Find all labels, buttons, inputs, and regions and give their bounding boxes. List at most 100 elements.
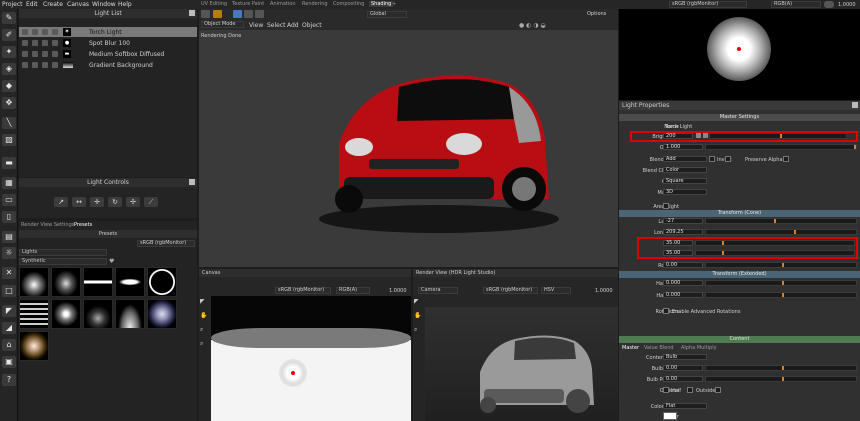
preset-thumbnail[interactable] xyxy=(19,299,49,329)
tab-compositing[interactable]: Compositing xyxy=(333,1,364,7)
preset-thumbnail[interactable] xyxy=(147,299,177,329)
overlay-icon[interactable]: ● ◐ ◑ ◒ xyxy=(519,22,546,29)
channel-select[interactable]: RGB(A) xyxy=(771,1,821,8)
orientation-select[interactable]: Global xyxy=(367,11,407,18)
flat-tool-icon[interactable]: ▭ xyxy=(2,194,16,206)
grid-tool-icon[interactable]: ▦ xyxy=(2,177,16,189)
sun-tool-icon[interactable]: ☼ xyxy=(2,247,16,259)
area-light-checkbox[interactable] xyxy=(663,203,669,209)
close-icon[interactable] xyxy=(189,179,195,185)
presets-colorspace-select[interactable]: sRGB (rgbMonitor) xyxy=(137,240,195,247)
preset-thumbnail[interactable] xyxy=(83,267,113,297)
preset-thumbnail[interactable] xyxy=(51,267,81,297)
square-tool-icon[interactable]: □ xyxy=(2,285,16,297)
menu-object[interactable]: Object xyxy=(302,22,322,29)
expand-icon[interactable]: ↔ xyxy=(72,197,86,207)
select-box-icon[interactable] xyxy=(233,10,242,18)
menu-create[interactable]: Create xyxy=(43,1,63,8)
cookie-select[interactable]: Square xyxy=(663,178,707,184)
mask-tool-icon[interactable]: ◢ xyxy=(2,322,16,334)
select-tool-icon[interactable] xyxy=(213,10,222,18)
view-tool-icon[interactable]: ▤ xyxy=(2,231,16,243)
light-handle-icon[interactable] xyxy=(291,371,295,375)
visibility-icon[interactable] xyxy=(22,29,28,35)
bulb-width-slider[interactable] xyxy=(705,365,857,371)
invert-checkbox[interactable] xyxy=(709,156,715,162)
menu-view[interactable]: View xyxy=(249,22,263,29)
preset-thumbnail[interactable] xyxy=(19,267,49,297)
preset-thumbnail[interactable] xyxy=(147,267,177,297)
zoom-icon[interactable]: ⌕ xyxy=(414,326,417,334)
preset-thumbnail[interactable] xyxy=(19,331,49,361)
list-item[interactable]: Gradient Background xyxy=(19,60,197,70)
handle-v-slider[interactable] xyxy=(705,292,857,298)
mapping-select[interactable]: 3D xyxy=(663,189,707,195)
brush-tool-icon[interactable]: ✎ xyxy=(2,12,16,24)
decrement-icon[interactable] xyxy=(696,133,701,138)
handle-v-field[interactable]: 0.000 xyxy=(663,292,703,298)
list-item[interactable]: ▬ Medium Softbox Diffused xyxy=(19,49,197,59)
longitude-slider[interactable] xyxy=(705,229,857,235)
tab-presets[interactable]: Presets xyxy=(74,222,92,228)
enable-adv-rotations-checkbox[interactable] xyxy=(663,308,669,314)
light-handle-icon[interactable] xyxy=(737,47,741,51)
tab-shading[interactable]: Shading xyxy=(369,1,394,7)
tab-rendering[interactable]: Rendering xyxy=(302,1,328,7)
paint-tool-icon[interactable]: ✐ xyxy=(2,29,16,41)
visibility-icon[interactable] xyxy=(22,40,28,46)
preset-thumbnail[interactable] xyxy=(83,299,113,329)
color-swatch[interactable] xyxy=(663,412,677,420)
solo-icon[interactable] xyxy=(42,51,48,57)
preset-thumbnail[interactable] xyxy=(51,299,81,329)
presets-category-select[interactable]: Lights xyxy=(19,249,107,256)
canvas-image[interactable] xyxy=(211,296,411,421)
preserve-alpha-checkbox[interactable] xyxy=(783,156,789,162)
visibility-icon[interactable] xyxy=(22,51,28,57)
close-tool-icon[interactable]: ✕ xyxy=(2,267,16,279)
longitude-field[interactable]: 209.25 xyxy=(663,229,703,235)
rotate-icon[interactable]: ↻ xyxy=(108,197,122,207)
menu-select[interactable]: Select xyxy=(267,22,286,29)
render-icon[interactable] xyxy=(52,29,58,35)
preset-thumbnail[interactable] xyxy=(115,267,145,297)
tab-master[interactable]: Master xyxy=(622,345,639,351)
increment-icon[interactable] xyxy=(703,133,708,138)
close-icon[interactable] xyxy=(189,10,195,16)
render-mode-select[interactable]: HSV xyxy=(541,287,571,294)
grow-icon[interactable]: ✛ xyxy=(90,197,104,207)
editor-type-icon[interactable] xyxy=(201,10,210,18)
rotation-field[interactable]: 0.00 xyxy=(663,262,703,268)
gradient-tool-icon[interactable]: ▨ xyxy=(2,134,16,146)
blend-mode-select[interactable]: Add xyxy=(663,156,707,162)
colorspace-select[interactable]: sRGB (rgbMonitor) xyxy=(669,1,747,8)
menu-add[interactable]: Add xyxy=(287,22,299,29)
help-icon[interactable]: ? xyxy=(2,374,16,386)
section-content[interactable]: Content xyxy=(619,336,860,343)
panel-tool-icon[interactable]: ▯ xyxy=(2,211,16,223)
light-tool-icon[interactable]: ✦ xyxy=(2,46,16,58)
color-mode-select[interactable]: Flat xyxy=(663,403,707,409)
visibility-icon[interactable] xyxy=(22,62,28,68)
latitude-slider[interactable] xyxy=(705,218,857,224)
list-item[interactable]: ● Spot Blur 100 xyxy=(19,38,197,48)
solo-icon[interactable] xyxy=(42,40,48,46)
render-icon[interactable] xyxy=(52,51,58,57)
menu-window[interactable]: Window xyxy=(92,1,116,8)
solo-icon[interactable] xyxy=(42,62,48,68)
preset-thumbnail[interactable] xyxy=(115,299,145,329)
half-checkbox[interactable] xyxy=(663,387,669,393)
height-slider[interactable] xyxy=(695,250,855,256)
render-image[interactable] xyxy=(425,307,618,421)
close-icon[interactable] xyxy=(852,102,858,108)
tab-uv-editing[interactable]: UV Editing xyxy=(201,1,227,7)
name-value[interactable]: Torch Light xyxy=(665,124,692,130)
rotation-slider[interactable] xyxy=(705,262,857,268)
solo-icon[interactable] xyxy=(42,29,48,35)
canvas-zoom[interactable]: 1.0000 xyxy=(389,288,407,294)
favorite-icon[interactable]: ♥ xyxy=(109,258,114,265)
menu-help[interactable]: Help xyxy=(118,1,132,8)
spread-icon[interactable]: ✢ xyxy=(126,197,140,207)
bulb-position-field[interactable]: 0.00 xyxy=(663,376,703,382)
latitude-field[interactable]: -27 xyxy=(663,218,703,224)
section-transform-extended[interactable]: Transform (Extended) xyxy=(619,271,860,278)
